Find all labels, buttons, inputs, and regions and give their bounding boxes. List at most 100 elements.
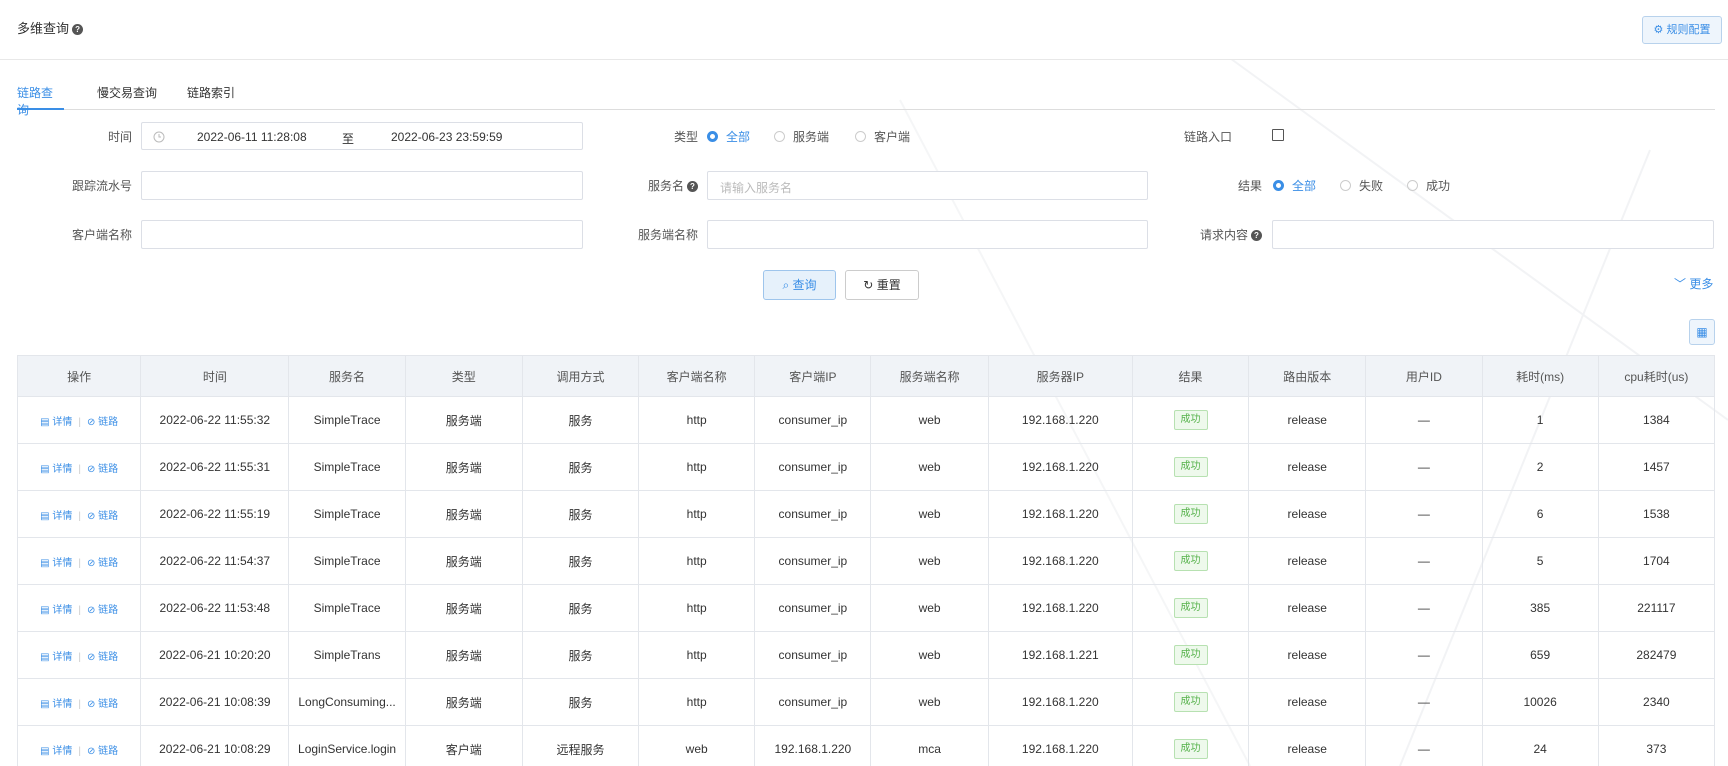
table-cell: web — [870, 678, 989, 726]
table-cell: 服务端 — [404, 537, 523, 585]
table-cell: 1704 — [1597, 537, 1716, 585]
table-cell: web — [870, 631, 989, 679]
table-cell: 2022-06-22 11:54:37 — [140, 537, 290, 585]
tab-trace-query[interactable]: 链路查询 — [17, 84, 64, 117]
trace-link[interactable]: ⊘ 链路 — [87, 699, 118, 710]
link-icon: ⊘ — [86, 510, 96, 522]
table-cell: 10026 — [1481, 678, 1599, 726]
table-cell: 2022-06-22 11:55:32 — [140, 396, 290, 444]
detail-link[interactable]: ▤ 详情 — [40, 558, 72, 569]
document-icon: ▤ — [40, 745, 50, 757]
document-icon: ▤ — [40, 698, 50, 710]
table-cell: 282479 — [1597, 631, 1716, 679]
table-cell: 服务 — [521, 396, 640, 444]
result-cell: 成功 — [1131, 584, 1250, 632]
document-icon: ▤ — [40, 557, 50, 569]
table-cell: 2022-06-22 11:55:19 — [140, 490, 290, 538]
trace-link[interactable]: ⊘ 链路 — [87, 746, 118, 757]
detail-link[interactable]: ▤ 详情 — [40, 417, 72, 428]
detail-link[interactable]: ▤ 详情 — [40, 699, 72, 710]
document-icon: ▤ — [40, 651, 50, 663]
column-header: 客户端IP — [754, 355, 872, 397]
trace-id-input[interactable] — [141, 171, 583, 200]
type-radio-client[interactable]: 客户端 — [855, 128, 910, 145]
status-badge: 成功 — [1173, 692, 1208, 712]
result-cell: 成功 — [1131, 443, 1250, 491]
table-cell: 服务 — [521, 678, 640, 726]
tab-slow-transaction[interactable]: 慢交易查询 — [97, 84, 157, 110]
type-radio-server[interactable]: 服务端 — [774, 128, 829, 145]
table-cell: 2 — [1481, 443, 1599, 491]
table-cell: 服务 — [521, 490, 640, 538]
column-header: 路由版本 — [1248, 355, 1367, 397]
status-badge: 成功 — [1173, 410, 1208, 430]
table-cell: 2022-06-21 10:20:20 — [140, 631, 290, 679]
entry-checkbox[interactable] — [1272, 129, 1284, 141]
column-settings-button[interactable]: ▦ — [1689, 319, 1715, 345]
clock-icon — [153, 131, 165, 143]
table-cell: 服务端 — [404, 631, 523, 679]
trace-link[interactable]: ⊘ 链路 — [87, 464, 118, 475]
column-header: 客户端名称 — [638, 355, 756, 397]
result-radio-all[interactable]: 全部 — [1273, 177, 1316, 194]
grid-icon: ▦ — [1696, 325, 1708, 339]
table-cell: web — [638, 725, 756, 766]
request-content-input[interactable] — [1272, 220, 1714, 249]
tab-trace-index[interactable]: 链路索引 — [187, 84, 235, 110]
rule-config-button[interactable]: ⚙ 规则配置 — [1642, 16, 1722, 44]
table-cell: consumer_ip — [754, 443, 872, 491]
table-cell: 24 — [1481, 725, 1599, 766]
table-cell: — — [1365, 490, 1483, 538]
row-actions: ▤ 详情 | ⊘ 链路 — [16, 443, 142, 491]
table-cell: SimpleTrace — [288, 537, 406, 585]
query-button[interactable]: ⌕ 查询 — [763, 270, 836, 300]
table-cell: 192.168.1.220 — [987, 678, 1133, 726]
help-icon[interactable]: ? — [687, 181, 698, 193]
more-filters-toggle[interactable]: ﹀ 更多 — [1674, 275, 1713, 292]
trace-link[interactable]: ⊘ 链路 — [87, 511, 118, 522]
service-placeholder: 请输入服务名 — [720, 181, 793, 195]
trace-link[interactable]: ⊘ 链路 — [87, 652, 118, 663]
column-header: cpu耗时(us) — [1597, 355, 1716, 397]
table-cell: — — [1365, 584, 1483, 632]
help-icon[interactable]: ? — [72, 24, 84, 36]
table-cell: SimpleTrace — [288, 490, 406, 538]
page-header: 多维查询? ⚙ 规则配置 — [0, 0, 1728, 60]
result-cell: 成功 — [1131, 631, 1250, 679]
link-icon: ⊘ — [86, 745, 96, 757]
detail-link[interactable]: ▤ 详情 — [40, 464, 72, 475]
chevron-down-icon: ﹀ — [1674, 277, 1687, 291]
client-name-input[interactable] — [141, 220, 583, 249]
table-cell: 192.168.1.220 — [987, 537, 1133, 585]
link-icon: ⊘ — [86, 698, 96, 710]
row-actions: ▤ 详情 | ⊘ 链路 — [16, 490, 142, 538]
table-row: ▤ 详情 | ⊘ 链路 2022-06-21 10:08:29 LoginService… — [16, 725, 1716, 766]
table-cell: consumer_ip — [754, 490, 872, 538]
reset-button[interactable]: ↻ 重置 — [845, 270, 919, 300]
detail-link[interactable]: ▤ 详情 — [40, 511, 72, 522]
table-cell: http — [638, 678, 756, 726]
service-name-input[interactable]: 请输入服务名 — [707, 171, 1148, 200]
trace-link[interactable]: ⊘ 链路 — [87, 605, 118, 616]
detail-link[interactable]: ▤ 详情 — [40, 746, 72, 757]
table-cell: — — [1365, 631, 1483, 679]
type-radio-all[interactable]: 全部 — [707, 128, 750, 145]
server-name-input[interactable] — [707, 220, 1148, 249]
detail-link[interactable]: ▤ 详情 — [40, 652, 72, 663]
trace-link[interactable]: ⊘ 链路 — [87, 558, 118, 569]
detail-link[interactable]: ▤ 详情 — [40, 605, 72, 616]
result-radio-success[interactable]: 成功 — [1407, 177, 1450, 194]
table-cell: web — [870, 490, 989, 538]
trace-link[interactable]: ⊘ 链路 — [87, 417, 118, 428]
row-actions: ▤ 详情 | ⊘ 链路 — [16, 678, 142, 726]
table-cell: 373 — [1597, 725, 1716, 766]
table-cell: http — [638, 396, 756, 444]
table-cell: — — [1365, 678, 1483, 726]
time-range-picker[interactable]: 2022-06-11 11:28:08 至 2022-06-23 23:59:5… — [141, 122, 583, 150]
table-cell: 5 — [1481, 537, 1599, 585]
table-cell: release — [1248, 490, 1367, 538]
result-radio-fail[interactable]: 失败 — [1340, 177, 1383, 194]
trace-id-label: 跟踪流水号 — [71, 179, 132, 193]
status-badge: 成功 — [1173, 598, 1208, 618]
help-icon[interactable]: ? — [1251, 230, 1262, 242]
